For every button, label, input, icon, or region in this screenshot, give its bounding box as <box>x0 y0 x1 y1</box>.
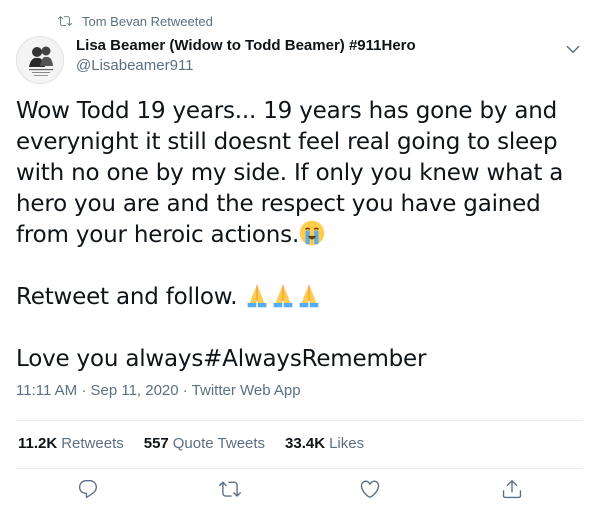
retweet-banner-label: Tom Bevan Retweeted <box>82 13 213 29</box>
loudly-crying-face-emoji <box>299 220 325 246</box>
quote-tweets-label: Quote Tweets <box>172 435 266 452</box>
divider <box>16 420 582 421</box>
likes-label: Likes <box>329 435 365 452</box>
author-name[interactable]: Lisa Beamer (Widow to Todd Beamer) #911H… <box>76 36 416 56</box>
avatar-image <box>17 37 63 83</box>
action-bar <box>0 478 598 506</box>
avatar[interactable] <box>16 36 64 84</box>
retweet-icon <box>58 16 72 26</box>
reply-icon[interactable] <box>77 478 99 500</box>
retweets-count: 11.2K <box>18 435 58 452</box>
retweets-label: Retweets <box>61 435 124 452</box>
tweet-paragraph-3: Love you always#AlwaysRemember <box>16 346 427 372</box>
tweet-text: Wow Todd 19 years... 19 years has gone b… <box>16 96 582 375</box>
retweet-banner[interactable]: Tom Bevan Retweeted <box>58 12 213 30</box>
likes-count: 33.4K <box>285 435 326 452</box>
author-handle[interactable]: @Lisabeamer911 <box>76 56 416 76</box>
folded-hands-emoji <box>300 284 319 308</box>
folded-hands-emoji <box>248 284 267 308</box>
likes-stat[interactable]: 33.4K Likes <box>285 435 364 452</box>
tweet-paragraph-2: Retweet and follow. <box>16 284 245 310</box>
tweet-paragraph-1: Wow Todd 19 years... 19 years has gone b… <box>16 98 564 248</box>
quote-tweets-stat[interactable]: 557 Quote Tweets <box>144 435 265 452</box>
heart-icon[interactable] <box>359 478 381 500</box>
share-icon[interactable] <box>501 478 523 500</box>
folded-hands-emoji <box>274 284 293 308</box>
engagement-stats: 11.2K Retweets 557 Quote Tweets 33.4K Likes <box>18 435 364 452</box>
divider <box>16 468 582 469</box>
tweet-paragraph: Retweet and follow. <box>16 282 582 313</box>
tweet-timestamp[interactable]: 11:11 AM · Sep 11, 2020 · Twitter Web Ap… <box>16 382 301 399</box>
tweet-paragraph: Wow Todd 19 years... 19 years has gone b… <box>16 96 582 251</box>
author-block[interactable]: Lisa Beamer (Widow to Todd Beamer) #911H… <box>76 36 416 76</box>
retweet-action-icon[interactable] <box>219 478 241 500</box>
chevron-down-icon[interactable] <box>564 40 582 58</box>
retweets-stat[interactable]: 11.2K Retweets <box>18 435 124 452</box>
quote-tweets-count: 557 <box>143 435 169 452</box>
